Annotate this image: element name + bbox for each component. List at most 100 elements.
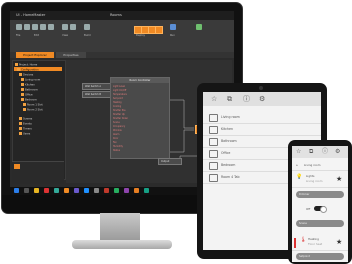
app-icon[interactable] [74,188,79,193]
tree-item-label: Room 2 Slot [27,108,43,112]
phone-header-row: ⌂ Living room [292,160,348,171]
copy-icon[interactable] [70,24,76,30]
toggle-knob [320,206,327,213]
favorite-star-icon[interactable]: ★ [336,175,342,183]
alert-indicator [294,238,296,248]
deploy-icon[interactable] [170,24,176,30]
folder-icon [19,73,22,76]
room-icon [21,98,24,101]
light-subtitle: Living room [306,179,323,183]
tree-item[interactable]: Timers [19,127,32,131]
node-port: Window [113,129,122,132]
folder-icon [19,122,22,125]
build-icon[interactable] [84,24,90,30]
app-icon[interactable] [134,188,139,193]
kitchen-icon [209,126,218,134]
properties-tab-indicator[interactable] [14,164,20,169]
tree-item[interactable]: Events [19,122,32,126]
info-icon[interactable]: ⓘ [243,95,250,103]
room-item-living-room[interactable]: Living room [203,112,321,124]
explorer-icon[interactable] [34,188,39,193]
tree-item[interactable]: Kitchen [21,83,35,87]
tree-item[interactable]: Living room [21,78,40,82]
dimmer-pill[interactable]: Dimmer [296,191,344,198]
favorite-star-icon[interactable]: ★ [336,238,342,246]
tree-item[interactable]: Configuration [17,68,39,72]
node-port: Shutter Pos [113,109,126,112]
node-port: Occupancy [113,125,126,128]
setpoint-pill[interactable]: Setpoint [296,253,344,260]
open-icon[interactable] [24,24,30,30]
app-icon[interactable] [64,188,69,193]
scene-pill[interactable]: Scene [296,220,344,227]
node-port: Shutter Up [113,113,125,116]
tree-item[interactable]: Bathroom [21,88,38,92]
tab-project-explorer[interactable]: Project Explorer [16,52,54,58]
folder-icon [19,132,22,135]
node-port: Scene [113,121,120,124]
heating-card[interactable]: 🌡 Heating Floor heat ★ [292,234,348,251]
tree-item[interactable]: Project: Home [15,63,37,67]
save-icon[interactable] [32,24,38,30]
tree-item[interactable]: Devices [19,73,33,77]
ribbon-toolbar: File Edit View Build Deploy Run [10,20,234,53]
node-label: Wall Switch A [85,85,102,88]
tree-item[interactable]: Room 1 Slot [23,103,43,107]
room-icon [209,174,218,182]
start-icon[interactable] [14,188,19,193]
node-wall-switch-b[interactable]: Wall Switch B [82,91,112,98]
new-icon[interactable] [16,24,22,30]
search-icon[interactable] [24,188,29,193]
tree-item[interactable]: Office [21,93,33,97]
window-center-title: Rooms [110,13,122,17]
room-item-kitchen[interactable]: Kitchen [203,124,321,136]
app-icon[interactable] [114,188,119,193]
tree-item-label: Scenes [23,117,33,121]
info-icon[interactable]: ⓘ [322,148,328,156]
ribbon-label-view: View [62,34,69,37]
phone-header: Living room [304,163,321,167]
star-icon[interactable]: ☆ [211,95,217,103]
stop-button[interactable] [155,26,163,34]
folder-icon [19,127,22,130]
cut-icon[interactable] [62,24,68,30]
app-icon[interactable] [144,188,149,193]
app-icon[interactable] [54,188,59,193]
redo-icon[interactable] [48,24,54,30]
star-icon[interactable]: ☆ [296,148,301,156]
heating-title: Heating [308,237,319,241]
tablet-toolbar: ☆ ⧉ ⓘ ⚙ [203,92,321,106]
node-port: Cooling [113,105,122,108]
export-icon[interactable]: ⧉ [309,148,313,156]
light-title: Lights [306,174,315,178]
app-icon[interactable] [124,188,129,193]
tablet-camera [259,86,263,90]
tree-item[interactable]: Scenes [19,117,32,121]
app-icon[interactable] [94,188,99,193]
tree-item-label: Kitchen [25,83,35,87]
export-icon[interactable]: ⧉ [227,95,232,103]
node-output[interactable]: Output [158,158,182,165]
tree-item-label: Room 1 Slot [27,103,43,107]
tree-item[interactable]: Room 2 Slot [23,108,43,112]
node-port: Status [113,149,120,152]
node-room-controller[interactable]: Room Controller Light Level Light On/Off… [110,77,170,159]
app-icon[interactable] [44,188,49,193]
tree-item[interactable]: Bedroom [21,98,37,102]
heating-subtitle: Floor heat [308,242,323,246]
monitor-stand-base [72,240,172,249]
tree-item-label: Timers [23,127,32,131]
tab-properties[interactable]: Properties [56,52,86,58]
node-port: Shutter Down [113,117,129,120]
undo-icon[interactable] [40,24,46,30]
node-wall-switch-a[interactable]: Wall Switch A [82,83,112,90]
app-icon[interactable] [104,188,109,193]
gear-icon[interactable]: ⚙ [335,148,340,156]
wire [168,129,194,153]
app-icon[interactable] [84,188,89,193]
light-card[interactable]: 💡 Lights Living room ★ [292,171,348,188]
gear-icon[interactable]: ⚙ [259,95,265,103]
node-port: Alarm [113,133,120,136]
tree-item[interactable]: Users [19,132,30,136]
online-icon[interactable] [196,24,202,30]
